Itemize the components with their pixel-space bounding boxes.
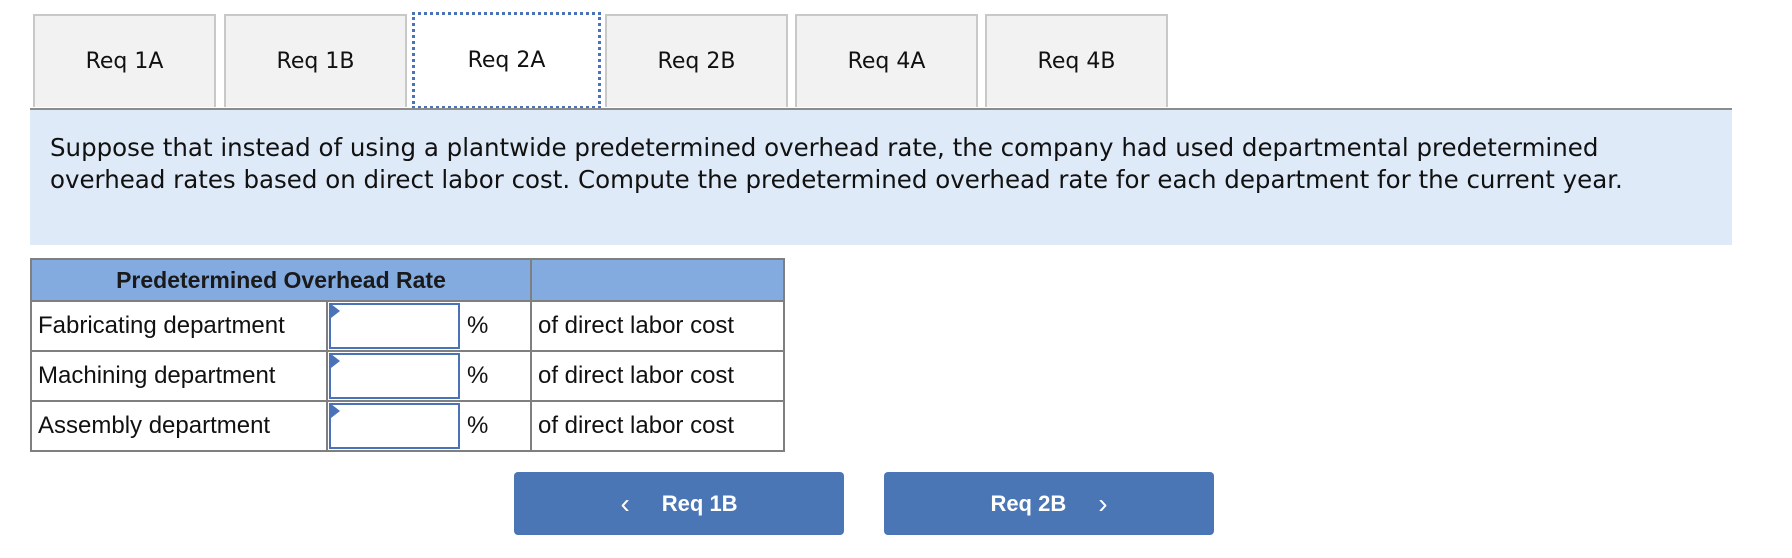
input-marker-icon <box>331 304 340 318</box>
input-marker-icon <box>331 404 340 418</box>
table-row: Assembly department % of direct labor co… <box>30 400 785 452</box>
prev-req-button[interactable]: ‹ Req 1B <box>514 472 844 535</box>
tab-req-1a[interactable]: Req 1A <box>33 14 216 107</box>
percent-unit: % <box>461 400 532 452</box>
percent-unit: % <box>461 300 532 352</box>
table-header-row: Predetermined Overhead Rate <box>30 258 785 302</box>
instructions-panel: Suppose that instead of using a plantwid… <box>30 110 1732 245</box>
rate-input-cell <box>326 300 461 352</box>
table-header: Predetermined Overhead Rate <box>30 258 532 302</box>
fabricating-rate-field <box>329 303 460 349</box>
tab-req-4b[interactable]: Req 4B <box>985 14 1168 107</box>
assembly-rate-input[interactable] <box>331 405 458 447</box>
machining-rate-field <box>329 353 460 399</box>
table-header-blank <box>530 258 785 302</box>
row-label: Fabricating department <box>30 300 328 352</box>
assembly-rate-field <box>329 403 460 449</box>
next-req-label: Req 2B <box>990 490 1067 516</box>
rate-description: of direct labor cost <box>530 350 785 402</box>
overhead-rate-table: Predetermined Overhead Rate Fabricating … <box>30 258 785 452</box>
rate-description: of direct labor cost <box>530 400 785 452</box>
prev-req-label: Req 1B <box>661 490 738 516</box>
row-label: Machining department <box>30 350 328 402</box>
row-label: Assembly department <box>30 400 328 452</box>
requirement-tabs: Req 1A Req 1B Req 2A Req 2B Req 4A Req 4… <box>33 12 1733 109</box>
tab-req-1b[interactable]: Req 1B <box>224 14 407 107</box>
next-req-button[interactable]: Req 2B › <box>884 472 1214 535</box>
tab-req-2a[interactable]: Req 2A <box>412 12 601 109</box>
rate-input-cell <box>326 350 461 402</box>
input-marker-icon <box>331 354 340 368</box>
percent-unit: % <box>461 350 532 402</box>
table-row: Fabricating department % of direct labor… <box>30 300 785 352</box>
machining-rate-input[interactable] <box>331 355 458 397</box>
chevron-left-icon: ‹ <box>620 487 630 519</box>
rate-input-cell <box>326 400 461 452</box>
fabricating-rate-input[interactable] <box>331 305 458 347</box>
tab-req-2b[interactable]: Req 2B <box>605 14 788 107</box>
table-row: Machining department % of direct labor c… <box>30 350 785 402</box>
instructions-text: Suppose that instead of using a plantwid… <box>50 133 1623 194</box>
tab-req-4a[interactable]: Req 4A <box>795 14 978 107</box>
rate-description: of direct labor cost <box>530 300 785 352</box>
chevron-right-icon: › <box>1098 487 1108 519</box>
